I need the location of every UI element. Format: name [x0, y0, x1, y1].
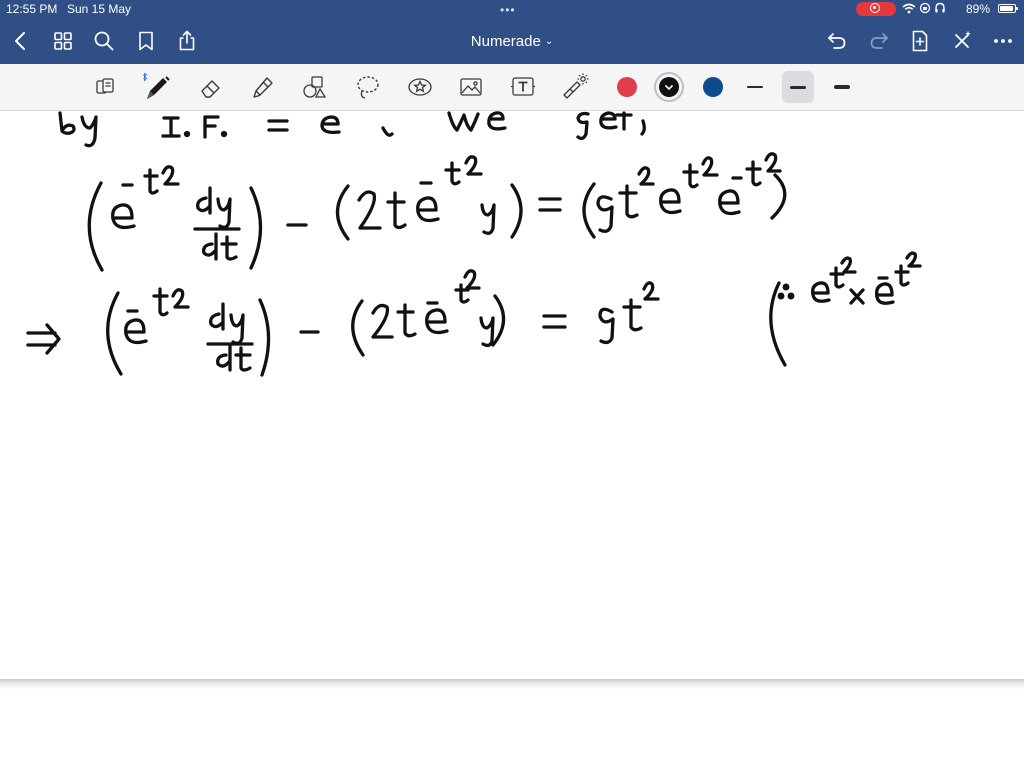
chevron-down-icon	[664, 84, 674, 91]
headphones-icon	[935, 2, 945, 13]
text-icon[interactable]	[508, 72, 538, 102]
read-mode-icon[interactable]	[90, 72, 120, 102]
bluetooth-icon	[143, 72, 148, 82]
color-swatch-black[interactable]	[659, 77, 679, 97]
battery-percent: 89%	[966, 2, 991, 16]
status-icons	[902, 2, 946, 16]
document-title-button[interactable]: Numerade ⌄	[471, 33, 553, 50]
recording-icon[interactable]	[856, 2, 896, 16]
orientation-lock-icon	[919, 2, 931, 14]
stroke-size-thick[interactable]	[826, 71, 858, 103]
battery-icon	[998, 4, 1018, 13]
page-divider	[0, 679, 1024, 689]
more-icon[interactable]	[990, 28, 1016, 54]
status-date: Sun 15 May	[67, 2, 132, 16]
laser-pointer-icon[interactable]	[560, 72, 590, 102]
search-icon[interactable]	[91, 28, 117, 54]
eraser-icon[interactable]	[196, 72, 226, 102]
close-icon[interactable]	[949, 28, 975, 54]
undo-icon[interactable]	[824, 28, 850, 54]
pen-icon[interactable]	[142, 72, 172, 102]
stroke-size-medium[interactable]	[782, 71, 814, 103]
top-navigation-bar: 12:55 PM Sun 15 May ••• 89% Numerade ⌄	[0, 0, 1024, 64]
handwriting-line-0	[58, 111, 646, 148]
multitasking-handle-icon[interactable]: •••	[500, 3, 516, 17]
drawing-toolbar	[0, 64, 1024, 111]
lasso-icon[interactable]	[353, 72, 383, 102]
stroke-size-thin[interactable]	[739, 71, 771, 103]
grid-icon[interactable]	[50, 28, 76, 54]
handwriting-line-2	[26, 269, 660, 377]
handwriting-note	[769, 251, 922, 367]
handwriting-line-1	[87, 152, 787, 272]
status-time: 12:55 PM	[6, 2, 58, 16]
sticker-icon[interactable]	[405, 72, 435, 102]
highlighter-icon[interactable]	[248, 72, 278, 102]
document-title: Numerade	[470, 33, 541, 50]
color-swatch-red[interactable]	[617, 77, 637, 97]
add-page-icon[interactable]	[907, 28, 933, 54]
shapes-icon[interactable]	[300, 72, 330, 102]
share-icon[interactable]	[174, 28, 200, 54]
back-icon[interactable]	[8, 28, 34, 54]
chevron-down-icon: ⌄	[544, 36, 554, 47]
bookmark-icon[interactable]	[133, 28, 159, 54]
image-icon[interactable]	[456, 72, 486, 102]
wifi-icon	[902, 3, 916, 14]
redo-icon[interactable]	[866, 28, 892, 54]
note-canvas[interactable]	[0, 111, 1024, 768]
color-swatch-blue[interactable]	[703, 77, 723, 97]
